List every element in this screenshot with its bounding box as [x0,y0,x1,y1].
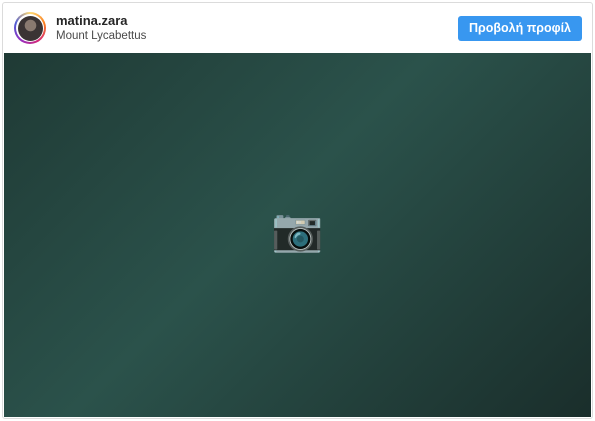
image-icon: 📷 [271,206,324,253]
instagram-embed: matina.zara Mount Lycabettus Προβολή προ… [2,2,593,419]
username-link[interactable]: matina.zara [56,13,146,29]
view-profile-button[interactable]: Προβολή προφίλ [457,15,582,41]
avatar[interactable] [14,12,46,44]
avatar-image [17,15,43,41]
post-media-placeholder[interactable]: 📷 [4,53,591,417]
post-header: matina.zara Mount Lycabettus Προβολή προ… [3,3,592,53]
location-link[interactable]: Mount Lycabettus [56,29,146,43]
post-meta: matina.zara Mount Lycabettus [56,13,146,44]
